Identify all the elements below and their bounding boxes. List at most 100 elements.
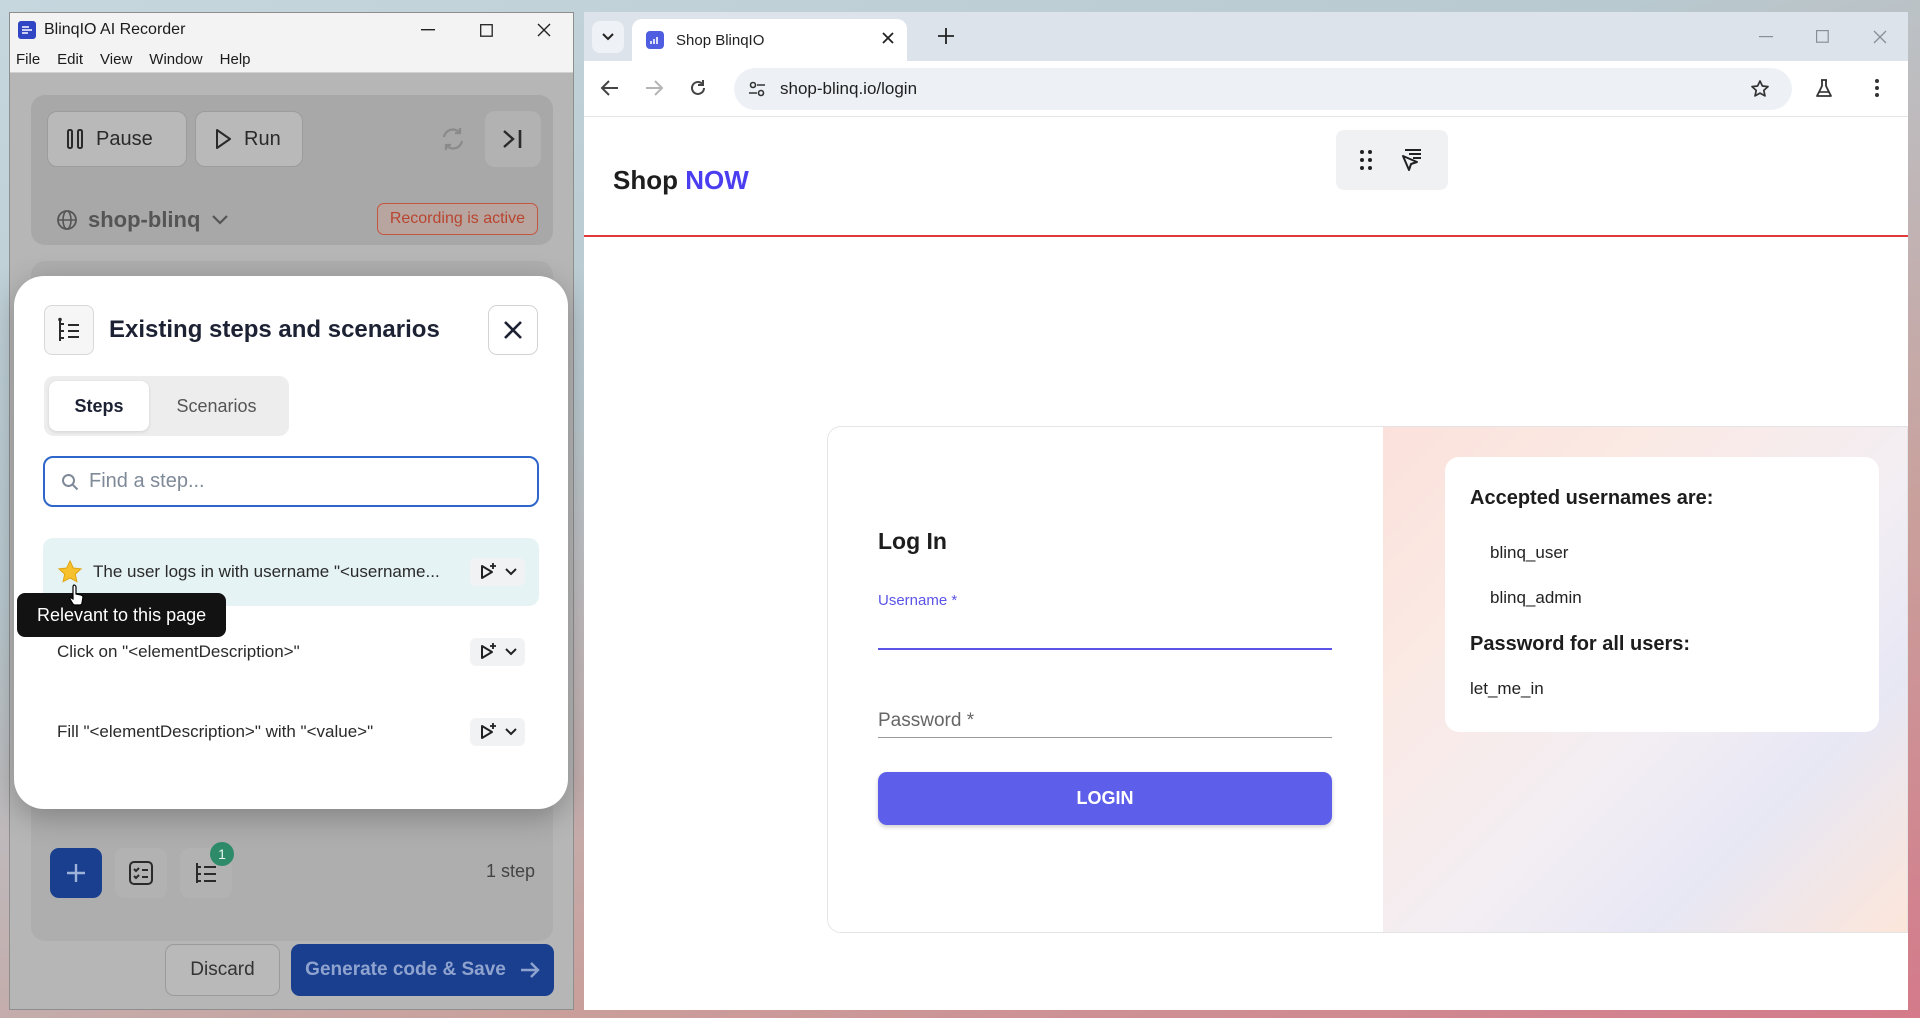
chevron-down-icon — [602, 33, 614, 41]
tab-close-icon[interactable] — [881, 31, 895, 45]
search-icon — [62, 473, 79, 490]
skip-to-end-button[interactable] — [485, 111, 541, 167]
forward-icon[interactable] — [644, 78, 664, 98]
pause-label: Pause — [96, 127, 153, 150]
password-heading: Password for all users: — [1470, 633, 1691, 655]
menu-help[interactable]: Help — [220, 51, 251, 68]
step-item[interactable]: Fill "<elementDescription>" with "<value… — [43, 698, 539, 766]
logo-accent-text: NOW — [685, 165, 749, 195]
project-selector[interactable]: shop-blinq — [56, 207, 238, 233]
menu-file[interactable]: File — [16, 51, 40, 68]
star-icon — [57, 559, 83, 583]
modal-tabs: Steps Scenarios — [44, 376, 289, 436]
login-form: Log In Username * Password * LOGIN — [828, 427, 1383, 932]
login-button[interactable]: LOGIN — [878, 772, 1332, 825]
discard-button[interactable]: Discard — [165, 944, 280, 996]
username-option: blinq_admin — [1490, 588, 1582, 607]
tab-steps[interactable]: Steps — [49, 381, 149, 431]
username-option: blinq_user — [1490, 543, 1569, 562]
play-add-icon — [480, 563, 496, 579]
step-search-input[interactable] — [89, 470, 509, 493]
relevance-tooltip: Relevant to this page — [17, 593, 227, 637]
checklist-icon — [129, 861, 153, 885]
menu-view[interactable]: View — [100, 51, 132, 68]
close-window-icon[interactable] — [515, 13, 573, 47]
reload-icon[interactable] — [688, 78, 708, 98]
plus-icon — [67, 864, 85, 882]
browser-toolbar: shop-blinq.io/login — [584, 61, 1908, 117]
pointer-inspect-icon[interactable] — [1397, 146, 1425, 174]
recorder-titlebar: BlinqIO AI Recorder — [10, 13, 573, 47]
step-insert-menu[interactable] — [470, 558, 525, 586]
chevron-down-icon — [505, 568, 518, 576]
browser-tab-active[interactable]: Shop BlinqIO — [632, 19, 907, 61]
generate-save-button[interactable]: Generate code & Save — [291, 944, 554, 996]
logo-main-text: Shop — [613, 165, 686, 195]
maximize-icon[interactable] — [457, 13, 515, 47]
url-text: shop-blinq.io/login — [780, 79, 918, 98]
step-search-field — [43, 456, 539, 507]
app-logo-icon — [18, 21, 36, 39]
notification-badge: 1 — [210, 842, 234, 866]
username-input[interactable] — [878, 648, 1332, 650]
modal-close-button[interactable] — [488, 305, 538, 355]
password-value: let_me_in — [1470, 679, 1544, 698]
step-count: 1 step — [485, 861, 535, 881]
step-insert-menu[interactable] — [470, 638, 525, 666]
browser-menu-icon[interactable] — [1874, 78, 1880, 98]
drag-handle-icon[interactable] — [1359, 149, 1373, 171]
chevron-down-icon — [505, 648, 518, 656]
shop-logo[interactable]: Shop NOW — [613, 165, 749, 196]
checklist-button[interactable] — [115, 848, 167, 898]
back-icon[interactable] — [600, 78, 620, 98]
modal-title: Existing steps and scenarios — [109, 316, 440, 343]
browser-close-icon[interactable] — [1851, 12, 1908, 61]
step-text: Click on "<elementDescription>" — [57, 642, 300, 661]
run-button[interactable]: Run — [195, 111, 303, 167]
recording-status-badge: Recording is active — [376, 203, 538, 235]
password-label[interactable]: Password * — [878, 710, 974, 732]
labs-flask-icon[interactable] — [1814, 78, 1834, 98]
refresh-button[interactable] — [425, 111, 481, 167]
username-label: Username * — [878, 592, 958, 609]
tab-scenarios[interactable]: Scenarios — [149, 381, 284, 431]
tab-search-button[interactable] — [592, 21, 624, 53]
web-page: Shop NOW Log In Username * Password * LO… — [584, 118, 1908, 1010]
play-add-icon — [480, 643, 496, 659]
browser-tabstrip: Shop BlinqIO — [584, 12, 1908, 61]
favicon-icon — [646, 31, 664, 49]
credentials-panel: Accepted usernames are: blinq_user blinq… — [1383, 427, 1907, 932]
existing-steps-button[interactable]: 1 — [180, 842, 234, 898]
shop-header: Shop NOW — [584, 118, 1908, 237]
browser-maximize-icon[interactable] — [1794, 12, 1851, 61]
arrow-right-icon — [520, 962, 540, 978]
password-input[interactable] — [878, 737, 1332, 738]
chevron-down-icon — [212, 215, 229, 225]
browser-window: Shop BlinqIO shop-blinq.io/login Shop NO… — [584, 12, 1908, 1010]
menu-edit[interactable]: Edit — [57, 51, 83, 68]
browser-minimize-icon[interactable] — [1737, 12, 1794, 61]
add-step-button[interactable] — [50, 848, 102, 898]
recorder-title: BlinqIO AI Recorder — [44, 21, 186, 38]
bookmark-star-icon[interactable] — [1750, 79, 1770, 99]
step-text: The user logs in with username "<usernam… — [93, 562, 440, 581]
address-bar[interactable]: shop-blinq.io/login — [734, 68, 1792, 110]
project-name: shop-blinq — [88, 207, 201, 232]
login-title: Log In — [878, 528, 947, 554]
step-insert-menu[interactable] — [470, 718, 525, 746]
play-icon — [216, 129, 231, 149]
step-text: Fill "<elementDescription>" with "<value… — [57, 722, 374, 741]
site-info-icon[interactable] — [748, 81, 766, 97]
refresh-icon — [442, 128, 464, 150]
hand-cursor-icon — [69, 584, 84, 606]
browser-tab-title: Shop BlinqIO — [676, 31, 765, 49]
login-card: Log In Username * Password * LOGIN Accep… — [827, 426, 1908, 933]
recorder-menubar: File Edit View Window Help — [10, 47, 573, 73]
usernames-heading: Accepted usernames are: — [1470, 487, 1714, 509]
play-add-icon — [480, 723, 496, 739]
generate-save-label: Generate code & Save — [305, 959, 506, 980]
new-tab-icon[interactable] — [936, 26, 956, 46]
pause-button[interactable]: Pause — [47, 111, 187, 167]
menu-window[interactable]: Window — [149, 51, 202, 68]
minimize-icon[interactable] — [399, 13, 457, 47]
